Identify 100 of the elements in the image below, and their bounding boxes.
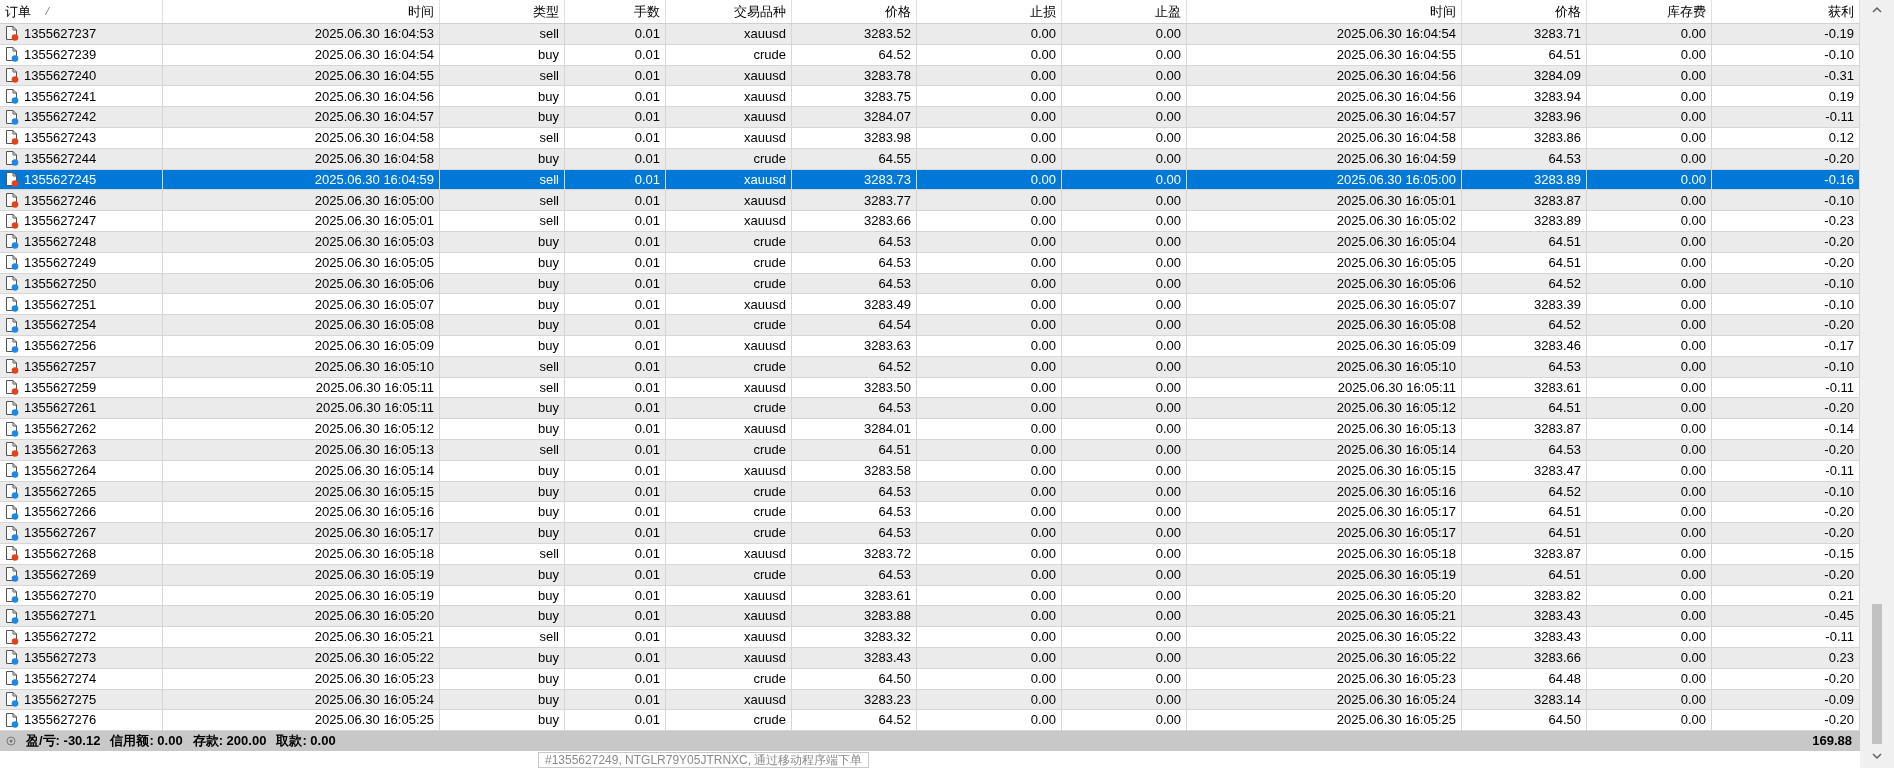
table-cell-text: 0.01	[634, 337, 660, 356]
order-row[interactable]: 1355627237 2025.06.30 16:04:53 sell 0.01 xauusd 3283.52 0.00 0.00 2025.06.30 16:04:54 3283.71 0.00 -0.19	[0, 24, 1860, 45]
table-cell-text: 0.00	[1155, 25, 1181, 44]
order-row[interactable]: 1355627245 2025.06.30 16:04:59 sell 0.01 xauusd 3283.73 0.00 0.00 2025.06.30 16:05:00 3283.89 0.00 -0.16	[0, 169, 1860, 191]
scrollbar-thumb[interactable]	[1872, 604, 1882, 744]
table-cell-text: -0.10	[1824, 357, 1854, 376]
table-cell-text: xauusd	[744, 191, 786, 210]
table-cell-text: -0.11	[1825, 628, 1854, 647]
table-cell-text: 3283.49	[864, 295, 911, 314]
table-cell-text: 1355627267	[24, 524, 97, 543]
table-cell-text: 2025.06.30 16:05:16	[1336, 482, 1456, 501]
table-cell-text: -0.09	[1824, 690, 1854, 709]
table-cell-text: 0.01	[634, 316, 660, 335]
table-cell-text: 1355627273	[24, 649, 97, 668]
order-row[interactable]: 1355627275 2025.06.30 16:05:24 buy 0.01 xauusd 3283.23 0.00 0.00 2025.06.30 16:05:24 3283.14 0.00 -0.09	[0, 689, 1860, 711]
column-header[interactable]: 价格	[1462, 0, 1587, 23]
table-cell-text: 2025.06.30 16:05:17	[1336, 524, 1456, 543]
order-row[interactable]: 1355627257 2025.06.30 16:05:10 sell 0.01 crude 64.52 0.00 0.00 2025.06.30 16:05:10 64.53 0.00 -0.10	[0, 356, 1860, 378]
table-cell-text: 0.00	[1680, 191, 1706, 210]
column-header[interactable]: 手数	[565, 0, 666, 23]
table-cell-text: sell	[539, 191, 559, 210]
table-cell-text: 0.19	[1828, 87, 1854, 106]
table-cell-text: 0.00	[1030, 378, 1056, 397]
order-icon	[5, 525, 19, 541]
table-cell-text: 1355627251	[24, 295, 97, 314]
order-row[interactable]: 1355627246 2025.06.30 16:05:00 sell 0.01 xauusd 3283.77 0.00 0.00 2025.06.30 16:05:01 3283.87 0.00 -0.10	[0, 190, 1860, 212]
scroll-up-icon[interactable]	[1872, 6, 1882, 14]
order-row[interactable]: 1355627265 2025.06.30 16:05:15 buy 0.01 crude 64.53 0.00 0.00 2025.06.30 16:05:16 64.52 0.00 -0.10	[0, 481, 1860, 503]
order-row[interactable]: 1355627267 2025.06.30 16:05:17 buy 0.01 crude 64.53 0.00 0.00 2025.06.30 16:05:17 64.51 0.00 -0.20	[0, 523, 1860, 544]
table-cell-text: -0.20	[1824, 399, 1854, 418]
column-header[interactable]: 时间	[163, 0, 440, 23]
order-row[interactable]: 1355627273 2025.06.30 16:05:22 buy 0.01 xauusd 3283.43 0.00 0.00 2025.06.30 16:05:22 3283.66 0.00 0.23	[0, 647, 1860, 669]
table-cell-text: 2025.06.30 16:05:05	[1336, 253, 1456, 272]
table-cell-text: buy	[538, 461, 559, 480]
order-row[interactable]: 1355627247 2025.06.30 16:05:01 sell 0.01 xauusd 3283.66 0.00 0.00 2025.06.30 16:05:02 3283.89 0.00 -0.23	[0, 211, 1860, 232]
table-cell-text: 0.00	[1155, 337, 1181, 356]
column-header[interactable]: 类型	[440, 0, 565, 23]
column-header[interactable]: 止损	[917, 0, 1062, 23]
table-cell-text: 0.01	[634, 441, 660, 460]
table-cell-text: 1355627259	[24, 378, 97, 397]
order-row[interactable]: 1355627269 2025.06.30 16:05:19 buy 0.01 crude 64.53 0.00 0.00 2025.06.30 16:05:19 64.51 0.00 -0.20	[0, 564, 1860, 586]
table-cell-text: xauusd	[744, 25, 786, 44]
order-row[interactable]: 1355627250 2025.06.30 16:05:06 buy 0.01 crude 64.53 0.00 0.00 2025.06.30 16:05:06 64.52 0.00 -0.10	[0, 273, 1860, 295]
order-row[interactable]: 1355627271 2025.06.30 16:05:20 buy 0.01 xauusd 3283.88 0.00 0.00 2025.06.30 16:05:21 3283.43 0.00 -0.45	[0, 606, 1860, 628]
table-cell-text: 0.00	[1680, 524, 1706, 543]
table-cell-text: 0.00	[1680, 295, 1706, 314]
table-cell-text: 0.01	[634, 191, 660, 210]
column-header[interactable]: 订单 ⁄	[0, 0, 163, 23]
table-cell-text: 0.00	[1030, 586, 1056, 605]
order-row[interactable]: 1355627242 2025.06.30 16:04:57 buy 0.01 xauusd 3284.07 0.00 0.00 2025.06.30 16:04:57 3283.96 0.00 -0.11	[0, 107, 1860, 128]
order-row[interactable]: 1355627240 2025.06.30 16:04:55 sell 0.01 xauusd 3283.78 0.00 0.00 2025.06.30 16:04:56 3284.09 0.00 -0.31	[0, 65, 1860, 87]
table-cell-text: buy	[538, 482, 559, 501]
column-header[interactable]: 止盈	[1062, 0, 1187, 23]
table-cell-text: 2025.06.30 16:05:13	[314, 441, 434, 460]
order-icon	[5, 275, 19, 291]
order-row[interactable]: 1355627244 2025.06.30 16:04:58 buy 0.01 crude 64.55 0.00 0.00 2025.06.30 16:04:59 64.53 0.00 -0.20	[0, 148, 1860, 170]
table-cell-text: 2025.06.30 16:04:56	[314, 87, 434, 106]
table-cell-text: buy	[538, 87, 559, 106]
order-row[interactable]: 1355627262 2025.06.30 16:05:12 buy 0.01 xauusd 3284.01 0.00 0.00 2025.06.30 16:05:13 3283.87 0.00 -0.14	[0, 419, 1860, 440]
table-cell-text: 0.00	[1680, 441, 1706, 460]
order-row[interactable]: 1355627261 2025.06.30 16:05:11 buy 0.01 crude 64.53 0.00 0.00 2025.06.30 16:05:12 64.51 0.00 -0.20	[0, 398, 1860, 420]
table-cell-text: -0.31	[1824, 66, 1854, 85]
table-cell-text: sell	[539, 129, 559, 148]
table-cell-text: 0.00	[1680, 129, 1706, 148]
table-cell-text: 0.00	[1680, 399, 1706, 418]
table-cell-text: 0.00	[1680, 628, 1706, 647]
order-row[interactable]: 1355627272 2025.06.30 16:05:21 sell 0.01 xauusd 3283.32 0.00 0.00 2025.06.30 16:05:22 3283.43 0.00 -0.11	[0, 627, 1860, 648]
table-cell-text: 0.00	[1030, 649, 1056, 668]
table-cell-text: 3283.72	[864, 545, 911, 564]
table-cell-text: 0.00	[1030, 565, 1056, 584]
order-row[interactable]: 1355627276 2025.06.30 16:05:25 buy 0.01 crude 64.52 0.00 0.00 2025.06.30 16:05:25 64.50 0.00 -0.20	[0, 710, 1860, 732]
column-header[interactable]: 价格	[792, 0, 917, 23]
order-row[interactable]: 1355627263 2025.06.30 16:05:13 sell 0.01 crude 64.51 0.00 0.00 2025.06.30 16:05:14 64.53 0.00 -0.20	[0, 439, 1860, 461]
table-cell-text: 0.00	[1030, 87, 1056, 106]
table-cell-text: buy	[538, 607, 559, 626]
table-cell-text: 0.00	[1680, 690, 1706, 709]
order-icon	[5, 463, 19, 479]
order-row[interactable]: 1355627256 2025.06.30 16:05:09 buy 0.01 xauusd 3283.63 0.00 0.00 2025.06.30 16:05:09 3283.46 0.00 -0.17	[0, 335, 1860, 357]
order-row[interactable]: 1355627254 2025.06.30 16:05:08 buy 0.01 crude 64.54 0.00 0.00 2025.06.30 16:05:08 64.52 0.00 -0.20	[0, 315, 1860, 336]
table-cell-text: 3283.23	[864, 690, 911, 709]
table-cell-text: 1355627264	[24, 461, 97, 480]
table-cell-text: 64.53	[878, 524, 911, 543]
scrollbar[interactable]	[1860, 0, 1894, 768]
table-cell-text: 0.00	[1030, 274, 1056, 293]
table-cell-text: -0.19	[1824, 25, 1854, 44]
order-row[interactable]: 1355627239 2025.06.30 16:04:54 buy 0.01 crude 64.52 0.00 0.00 2025.06.30 16:04:55 64.51 0.00 -0.10	[0, 44, 1860, 66]
table-cell-text: 0.00	[1155, 461, 1181, 480]
column-header[interactable]: 交易品种	[666, 0, 792, 23]
order-row[interactable]: 1355627268 2025.06.30 16:05:18 sell 0.01 xauusd 3283.72 0.00 0.00 2025.06.30 16:05:18 3283.87 0.00 -0.15	[0, 543, 1860, 565]
table-cell-text: 2025.06.30 16:05:17	[314, 524, 434, 543]
table-cell-text: 2025.06.30 16:05:14	[314, 461, 434, 480]
table-cell-text: buy	[538, 586, 559, 605]
column-header[interactable]: 库存费	[1587, 0, 1712, 23]
table-cell-text: 0.01	[634, 233, 660, 252]
column-header[interactable]: 时间	[1187, 0, 1462, 23]
order-row[interactable]: 1355627248 2025.06.30 16:05:03 buy 0.01 crude 64.53 0.00 0.00 2025.06.30 16:05:04 64.51 0.00 -0.20	[0, 231, 1860, 253]
scroll-down-icon[interactable]	[1872, 752, 1882, 760]
order-row[interactable]: 1355627243 2025.06.30 16:04:58 sell 0.01 xauusd 3283.98 0.00 0.00 2025.06.30 16:04:58 3283.86 0.00 0.12	[0, 128, 1860, 149]
table-cell-text: 3284.07	[864, 108, 911, 127]
table-cell-text: 0.00	[1155, 503, 1181, 522]
